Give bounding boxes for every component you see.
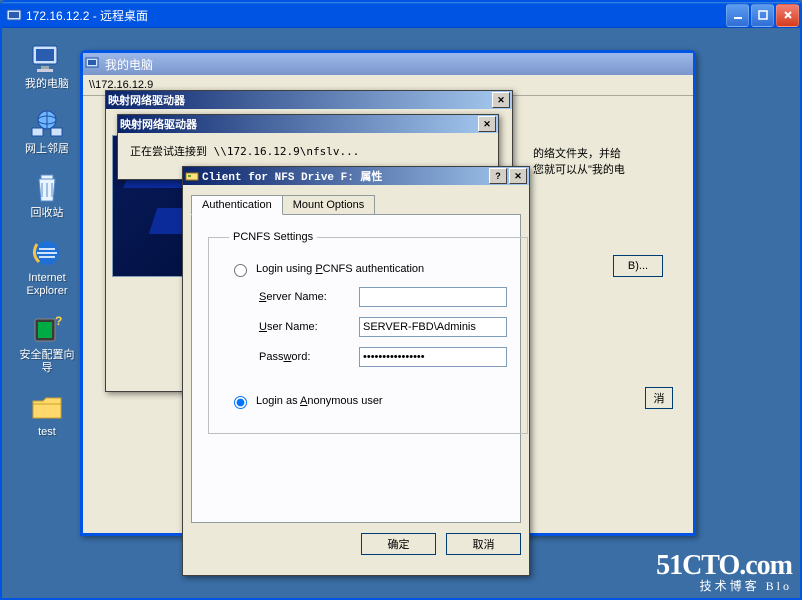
rdp-close-button[interactable]: [776, 4, 799, 27]
desktop-icon-label: 安全配置向 导: [20, 349, 75, 374]
watermark: 51CTO.com 技术博客 Blo: [656, 552, 792, 592]
desktop-icon-label: Internet Explorer: [27, 272, 68, 297]
pcnfs-settings-group: PCNFS Settings Login using PCNFS authent…: [208, 231, 528, 434]
user-name-label: User Name:: [259, 321, 359, 333]
desktop-icon-label: 网上邻居: [25, 143, 69, 156]
dialog-button-row: 确定 取消: [191, 533, 521, 555]
security-wizard-icon: ?: [28, 313, 66, 347]
remote-desktop-titlebar[interactable]: 172.16.12.2 - 远程桌面: [2, 2, 800, 28]
password-row: Password:: [259, 347, 507, 367]
user-name-row: User Name:: [259, 317, 507, 337]
rdp-icon: [6, 7, 22, 23]
password-label: Password:: [259, 351, 359, 363]
radio-anonymous[interactable]: Login as Anonymous user: [229, 393, 507, 409]
my-computer-title: 我的电脑: [105, 56, 153, 73]
desktop-icon-label: 我的电脑: [25, 78, 69, 91]
drive-icon: [185, 169, 199, 183]
close-icon[interactable]: ✕: [492, 92, 510, 108]
tab-authentication[interactable]: Authentication: [191, 195, 283, 215]
watermark-line2: 技术博客 Blo: [656, 580, 792, 592]
desktop-icon-test[interactable]: test: [10, 390, 84, 439]
map-drive-title: 映射网络驱动器: [108, 92, 185, 108]
watermark-line1: 51CTO.com: [656, 552, 792, 580]
nfs-dialog-titlebar[interactable]: Client for NFS Drive F: 属性 ? ✕: [183, 167, 529, 185]
tab-mount-options[interactable]: Mount Options: [282, 195, 376, 214]
ie-icon: [28, 236, 66, 270]
desktop-icon-label: 回收站: [31, 207, 64, 220]
desktop-icon-label: test: [38, 426, 56, 439]
folder-icon: [28, 390, 66, 424]
computer-icon: [85, 56, 101, 72]
tab-panel-authentication: PCNFS Settings Login using PCNFS authent…: [191, 215, 521, 523]
radio-anonymous-label: Login as Anonymous user: [256, 395, 383, 407]
map-drive-titlebar[interactable]: 映射网络驱动器 ✕: [106, 91, 512, 109]
radio-pcnfs-input[interactable]: [234, 264, 247, 277]
remote-desktop-area: 我的电脑 网上邻居 回收站 Internet Explorer: [2, 28, 800, 598]
rdp-minimize-button[interactable]: [726, 4, 749, 27]
remote-desktop-window: 172.16.12.2 - 远程桌面 我的电脑 网上邻居: [0, 0, 802, 600]
cancel-button-fragment[interactable]: 消: [645, 387, 673, 409]
close-icon[interactable]: ✕: [478, 116, 496, 132]
help-icon[interactable]: ?: [489, 168, 507, 184]
cancel-button-fragment[interactable]: 消: [645, 387, 673, 409]
svg-text:?: ?: [55, 314, 62, 328]
nfs-tabs: Authentication Mount Options: [191, 193, 521, 215]
browse-button[interactable]: B)...: [613, 255, 663, 277]
recycle-bin-icon: [28, 171, 66, 205]
connecting-status-text: 正在尝试连接到 \\172.16.12.9\nfslv...: [126, 137, 490, 165]
radio-pcnfs-label: Login using PCNFS authentication: [256, 263, 424, 275]
nfs-dialog-title: Client for NFS Drive F: 属性: [202, 168, 382, 184]
server-name-label: Server Name:: [259, 291, 359, 303]
desktop-icon-ie[interactable]: Internet Explorer: [10, 236, 84, 297]
pcnfs-group-label: PCNFS Settings: [229, 231, 317, 243]
map-drive-hint: 的络文件夹，并给 您就可以从"我的电: [533, 145, 683, 177]
cancel-button[interactable]: 取消: [446, 533, 521, 555]
close-icon[interactable]: ✕: [509, 168, 527, 184]
password-input[interactable]: [359, 347, 507, 367]
map-drive-connecting-titlebar[interactable]: 映射网络驱动器 ✕: [118, 115, 498, 133]
nfs-drive-properties-dialog[interactable]: Client for NFS Drive F: 属性 ? ✕ Authentic…: [182, 166, 530, 576]
desktop-icons: 我的电脑 网上邻居 回收站 Internet Explorer: [8, 42, 86, 439]
server-name-row: Server Name:: [259, 287, 507, 307]
map-drive-connecting-title: 映射网络驱动器: [120, 116, 197, 132]
desktop-icon-network[interactable]: 网上邻居: [10, 107, 84, 156]
desktop-icon-recycle[interactable]: 回收站: [10, 171, 84, 220]
my-computer-titlebar[interactable]: 我的电脑: [83, 53, 693, 75]
computer-icon: [28, 42, 66, 76]
remote-desktop-title: 172.16.12.2 - 远程桌面: [26, 7, 148, 24]
rdp-maximize-button[interactable]: [751, 4, 774, 27]
radio-anonymous-input[interactable]: [234, 396, 247, 409]
user-name-input[interactable]: [359, 317, 507, 337]
server-name-input[interactable]: [359, 287, 507, 307]
desktop-icon-mycomputer[interactable]: 我的电脑: [10, 42, 84, 91]
network-icon: [28, 107, 66, 141]
desktop-icon-scw[interactable]: ? 安全配置向 导: [10, 313, 84, 374]
ok-button[interactable]: 确定: [361, 533, 436, 555]
radio-pcnfs-auth[interactable]: Login using PCNFS authentication: [229, 261, 507, 277]
browse-button-fragment[interactable]: B)...: [613, 255, 663, 277]
